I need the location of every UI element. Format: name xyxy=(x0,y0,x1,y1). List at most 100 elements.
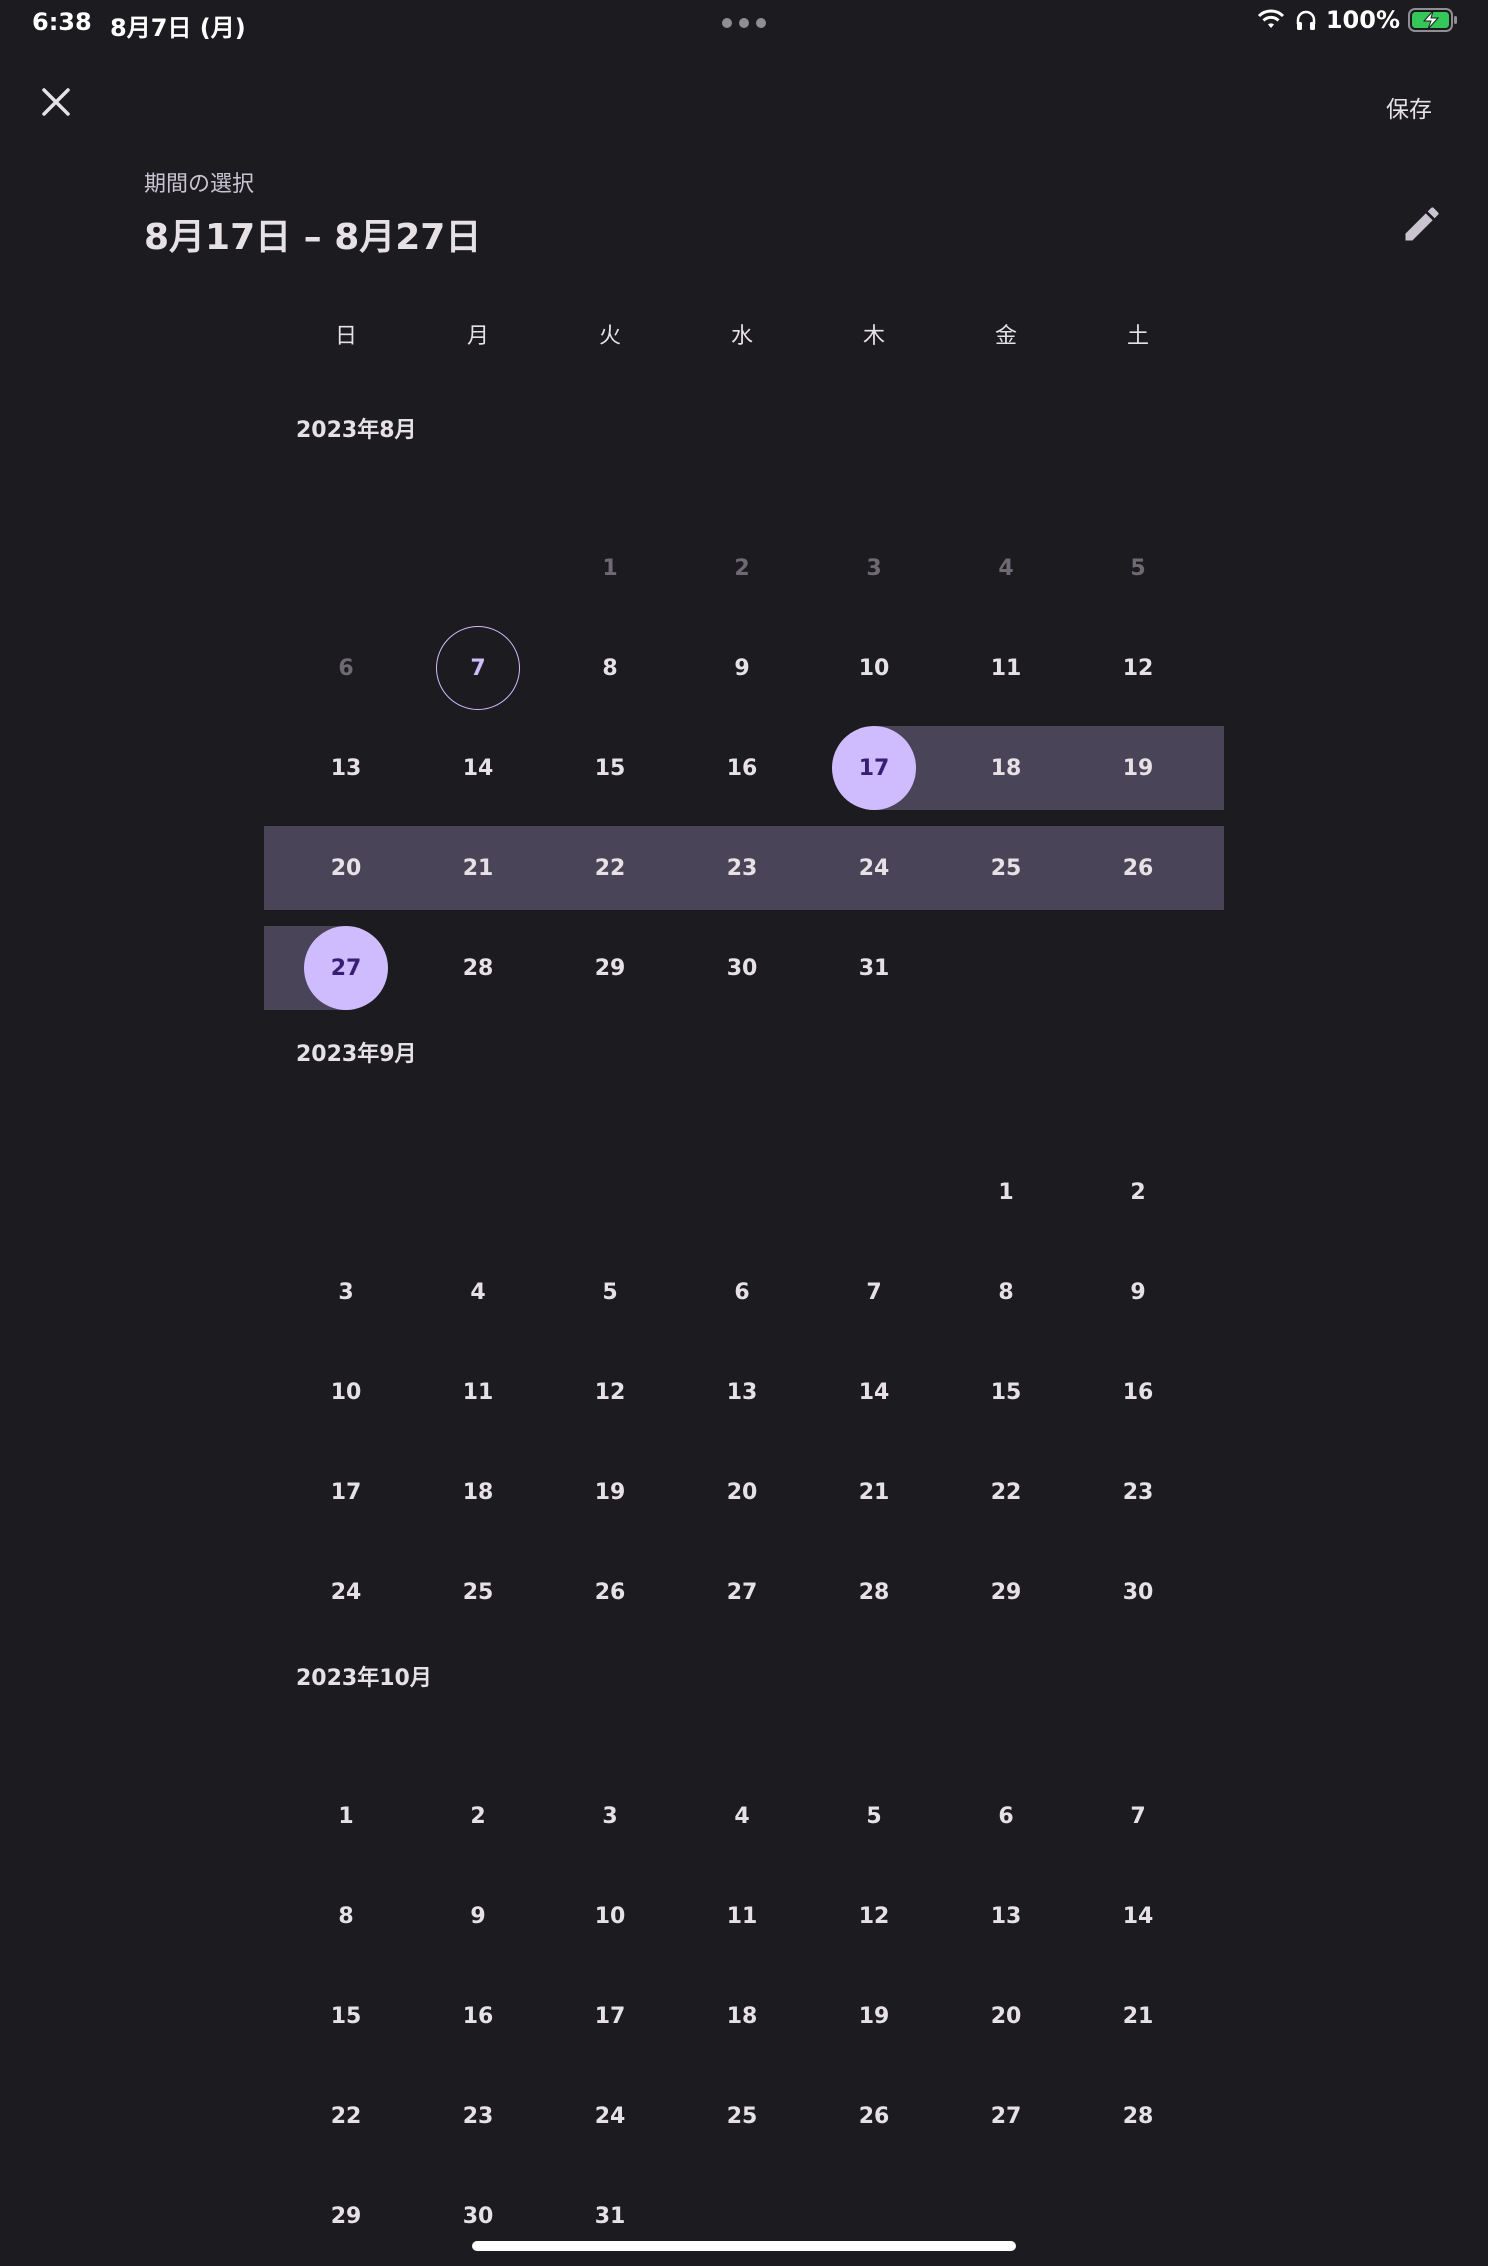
day-number: 21 xyxy=(1122,2003,1154,2029)
day-cell-range-end[interactable]: 27 xyxy=(280,926,412,1010)
day-cell[interactable]: 24 xyxy=(544,2074,676,2158)
day-cell[interactable]: 26 xyxy=(1072,826,1204,910)
day-cell[interactable]: 13 xyxy=(280,726,412,810)
day-cell[interactable]: 27 xyxy=(940,2074,1072,2158)
day-cell[interactable]: 13 xyxy=(940,1874,1072,1958)
day-cell[interactable]: 20 xyxy=(676,1450,808,1534)
battery-percentage: 100% xyxy=(1325,6,1400,34)
day-cell[interactable]: 7 xyxy=(808,1250,940,1334)
day-cell[interactable]: 25 xyxy=(412,1550,544,1634)
day-cell[interactable]: 14 xyxy=(808,1350,940,1434)
home-indicator[interactable] xyxy=(472,2241,1016,2251)
day-cell[interactable]: 10 xyxy=(808,626,940,710)
day-number: 17 xyxy=(858,755,890,781)
day-number: 20 xyxy=(726,1479,758,1505)
day-cell[interactable]: 14 xyxy=(412,726,544,810)
day-cell[interactable]: 29 xyxy=(544,926,676,1010)
day-cell[interactable]: 19 xyxy=(1072,726,1204,810)
day-number: 3 xyxy=(338,1279,354,1305)
day-cell[interactable]: 15 xyxy=(280,1974,412,2058)
day-cell[interactable]: 25 xyxy=(940,826,1072,910)
day-cell[interactable]: 28 xyxy=(808,1550,940,1634)
day-cell[interactable]: 31 xyxy=(808,926,940,1010)
day-cell[interactable]: 9 xyxy=(676,626,808,710)
day-cell[interactable]: 28 xyxy=(412,926,544,1010)
day-cell[interactable]: 3 xyxy=(280,1250,412,1334)
day-cell[interactable]: 2 xyxy=(1072,1150,1204,1234)
day-cell[interactable]: 15 xyxy=(940,1350,1072,1434)
day-cell[interactable]: 21 xyxy=(1072,1974,1204,2058)
day-cell-range-start[interactable]: 17 xyxy=(808,726,940,810)
day-cell[interactable]: 12 xyxy=(1072,626,1204,710)
day-cell[interactable]: 30 xyxy=(1072,1550,1204,1634)
day-cell[interactable]: 22 xyxy=(544,826,676,910)
day-cell[interactable]: 20 xyxy=(280,826,412,910)
day-cell: 4 xyxy=(940,526,1072,610)
day-cell[interactable]: 13 xyxy=(676,1350,808,1434)
day-cell[interactable]: 11 xyxy=(676,1874,808,1958)
day-cell[interactable]: 9 xyxy=(1072,1250,1204,1334)
day-number: 30 xyxy=(1122,1579,1154,1605)
day-cell[interactable]: 18 xyxy=(940,726,1072,810)
day-cell[interactable]: 8 xyxy=(940,1250,1072,1334)
day-cell[interactable]: 2 xyxy=(412,1774,544,1858)
day-cell[interactable]: 11 xyxy=(940,626,1072,710)
day-cell[interactable]: 21 xyxy=(412,826,544,910)
day-cell[interactable]: 26 xyxy=(544,1550,676,1634)
day-cell[interactable]: 24 xyxy=(280,1550,412,1634)
close-button[interactable] xyxy=(36,82,76,122)
day-number: 6 xyxy=(734,1279,750,1305)
day-cell[interactable]: 18 xyxy=(412,1450,544,1534)
day-cell[interactable]: 19 xyxy=(544,1450,676,1534)
day-cell[interactable]: 4 xyxy=(676,1774,808,1858)
day-cell[interactable]: 22 xyxy=(280,2074,412,2158)
day-cell[interactable]: 23 xyxy=(412,2074,544,2158)
edit-input-mode-button[interactable] xyxy=(1400,202,1444,246)
day-cell[interactable]: 11 xyxy=(412,1350,544,1434)
day-cell[interactable]: 7 xyxy=(1072,1774,1204,1858)
day-cell[interactable]: 5 xyxy=(808,1774,940,1858)
day-cell[interactable]: 5 xyxy=(544,1250,676,1334)
day-cell[interactable]: 23 xyxy=(1072,1450,1204,1534)
day-cell[interactable]: 18 xyxy=(676,1974,808,2058)
day-cell[interactable]: 16 xyxy=(1072,1350,1204,1434)
day-cell[interactable]: 3 xyxy=(544,1774,676,1858)
day-cell[interactable]: 17 xyxy=(544,1974,676,2058)
day-cell[interactable]: 16 xyxy=(676,726,808,810)
day-number: 18 xyxy=(990,755,1022,781)
day-cell[interactable]: 12 xyxy=(808,1874,940,1958)
multitasking-dots-icon[interactable] xyxy=(722,18,766,28)
day-cell[interactable]: 24 xyxy=(808,826,940,910)
day-cell[interactable]: 10 xyxy=(544,1874,676,1958)
day-cell[interactable]: 6 xyxy=(940,1774,1072,1858)
day-cell[interactable]: 9 xyxy=(412,1874,544,1958)
save-button[interactable]: 保存 xyxy=(1386,90,1432,124)
day-cell[interactable]: 23 xyxy=(676,826,808,910)
day-cell[interactable]: 29 xyxy=(280,2174,412,2258)
day-cell[interactable]: 8 xyxy=(280,1874,412,1958)
day-cell[interactable]: 1 xyxy=(940,1150,1072,1234)
day-cell[interactable]: 21 xyxy=(808,1450,940,1534)
day-cell[interactable]: 25 xyxy=(676,2074,808,2158)
day-cell[interactable]: 29 xyxy=(940,1550,1072,1634)
day-cell[interactable]: 12 xyxy=(544,1350,676,1434)
day-cell[interactable]: 4 xyxy=(412,1250,544,1334)
day-cell[interactable]: 15 xyxy=(544,726,676,810)
day-cell[interactable]: 22 xyxy=(940,1450,1072,1534)
day-cell[interactable]: 10 xyxy=(280,1350,412,1434)
day-cell[interactable]: 17 xyxy=(280,1450,412,1534)
day-cell-today[interactable]: 7 xyxy=(412,626,544,710)
day-number: 17 xyxy=(330,1479,362,1505)
day-cell[interactable]: 19 xyxy=(808,1974,940,2058)
day-cell[interactable]: 8 xyxy=(544,626,676,710)
day-cell[interactable]: 14 xyxy=(1072,1874,1204,1958)
day-cell[interactable]: 30 xyxy=(676,926,808,1010)
day-cell[interactable]: 26 xyxy=(808,2074,940,2158)
day-cell[interactable]: 1 xyxy=(280,1774,412,1858)
day-cell[interactable]: 16 xyxy=(412,1974,544,2058)
day-number: 11 xyxy=(990,655,1022,681)
day-cell[interactable]: 28 xyxy=(1072,2074,1204,2158)
day-cell[interactable]: 20 xyxy=(940,1974,1072,2058)
day-cell[interactable]: 6 xyxy=(676,1250,808,1334)
day-cell[interactable]: 27 xyxy=(676,1550,808,1634)
